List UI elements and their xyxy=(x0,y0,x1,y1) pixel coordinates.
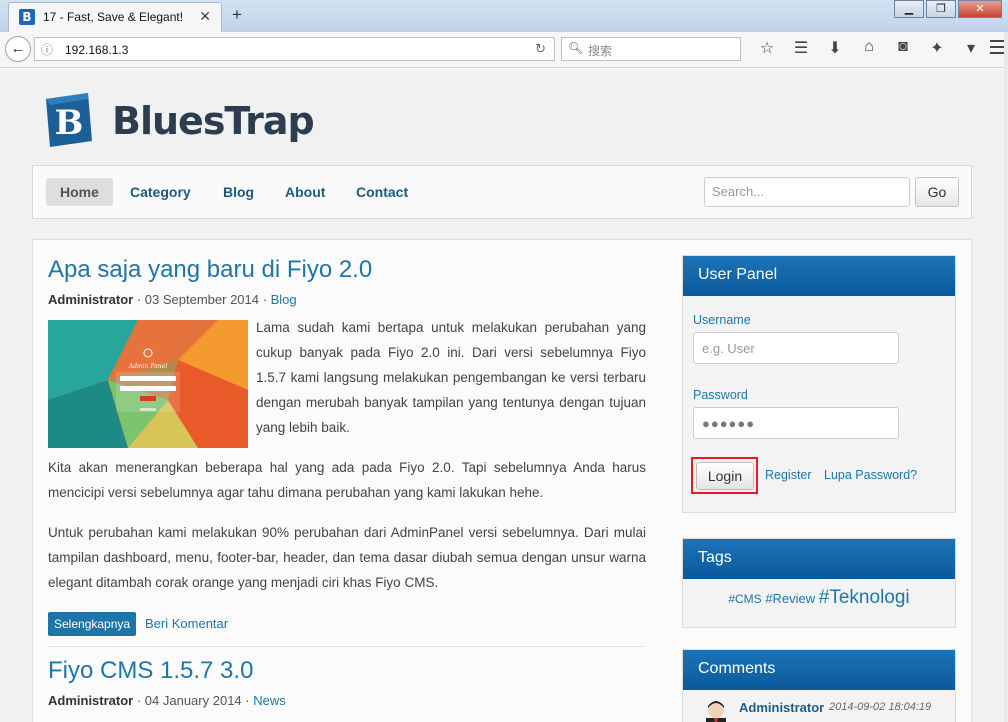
post-paragraph-3: Untuk perubahan kami melakukan 90% perub… xyxy=(48,525,646,590)
comments-title: Comments xyxy=(683,650,955,690)
nav-item-home[interactable]: Home xyxy=(46,178,113,206)
home-icon[interactable]: ⌂ xyxy=(852,38,886,58)
minimize-button[interactable]: ▁ xyxy=(894,0,924,18)
bookmark-star-icon[interactable]: ☆ xyxy=(750,38,784,58)
window-controls: ▁ ❐ ✕ xyxy=(892,0,1002,18)
meta-separator: · xyxy=(133,292,145,307)
register-link[interactable]: Register xyxy=(765,468,812,482)
post-meta: Administrator · 04 January 2014 · News xyxy=(48,693,286,708)
post-paragraph-1: Lama sudah kami bertapa untuk melakukan … xyxy=(256,320,646,435)
nav-item-about[interactable]: About xyxy=(271,178,339,206)
username-placeholder: e.g. User xyxy=(702,341,755,356)
site-search-input[interactable]: Search... xyxy=(704,177,910,207)
nav-item-category[interactable]: Category xyxy=(116,178,205,206)
post-date: 03 September 2014 xyxy=(144,292,259,307)
password-mask: ●●●●●● xyxy=(702,416,756,431)
site-favicon-icon: B xyxy=(19,9,35,25)
browser-search-input[interactable]: 🔍︎ 搜索 xyxy=(561,37,741,61)
tag-link[interactable]: #Teknologi xyxy=(819,587,910,608)
toolbar-icons: ☆ ☰ ⬇ ⌂ ◙ ✦ ▾ xyxy=(750,38,988,58)
comment-link[interactable]: Beri Komentar xyxy=(145,616,228,631)
post-category-link[interactable]: News xyxy=(253,693,286,708)
meta-separator: · xyxy=(259,292,271,307)
site-search-placeholder: Search... xyxy=(712,184,765,199)
post-thumbnail-image[interactable]: Admin Panel xyxy=(48,320,248,448)
svg-text:B: B xyxy=(55,103,84,143)
post-title[interactable]: Apa saja yang baru di Fiyo 2.0 xyxy=(48,256,372,284)
post-meta: Administrator · 03 September 2014 · Blog xyxy=(48,292,297,307)
post-title[interactable]: Fiyo CMS 1.5.7 3.0 xyxy=(48,657,253,685)
tag-link[interactable]: #CMS xyxy=(728,592,761,606)
nav-item-blog[interactable]: Blog xyxy=(209,178,268,206)
restore-button[interactable]: ❐ xyxy=(926,0,956,18)
login-button[interactable]: Login xyxy=(696,462,754,490)
username-input[interactable]: e.g. User xyxy=(693,332,899,364)
hamburger-menu-icon[interactable] xyxy=(990,40,1004,58)
web-page: B BluesTrap Home Category Blog About Con… xyxy=(0,69,1008,722)
main-nav: Home Category Blog About Contact Search.… xyxy=(32,165,972,219)
search-icon: 🔍︎ xyxy=(568,41,584,55)
back-arrow-icon[interactable]: ← xyxy=(5,36,31,62)
download-icon[interactable]: ⬇ xyxy=(818,38,852,58)
user-panel-widget: User Panel Username e.g. User Password ●… xyxy=(682,255,956,513)
bluestrap-logo-icon[interactable]: B xyxy=(42,93,96,147)
tag-cloud: #CMS #Review #Teknologi xyxy=(683,587,955,609)
post-date: 04 January 2014 xyxy=(144,693,242,708)
site-logo-text[interactable]: BluesTrap xyxy=(112,99,315,143)
tab-close-icon[interactable]: ✕ xyxy=(199,8,211,25)
tags-title: Tags xyxy=(683,539,955,579)
site-search-button[interactable]: Go xyxy=(915,177,959,207)
url-text[interactable]: 192.168.1.3 xyxy=(65,43,128,57)
close-window-button[interactable]: ✕ xyxy=(958,0,1002,18)
browser-tab[interactable]: B 17 - Fast, Save & Elegant! ✕ xyxy=(8,2,222,32)
commenter-avatar-icon xyxy=(706,701,726,722)
password-input[interactable]: ●●●●●● xyxy=(693,407,899,439)
username-label: Username xyxy=(693,313,751,327)
address-bar[interactable]: ⓘ 192.168.1.3 ↻ xyxy=(34,37,555,61)
post-author: Administrator xyxy=(48,693,134,708)
comment-author[interactable]: Administrator xyxy=(739,700,824,715)
post-divider xyxy=(48,646,645,647)
extension-icon[interactable]: ✦ xyxy=(920,38,954,58)
dropdown-chevron-icon[interactable]: ▾ xyxy=(954,38,988,58)
tag-link[interactable]: #Review xyxy=(765,591,815,606)
thumbnail-caption: Admin Panel xyxy=(128,363,167,370)
forgot-password-link[interactable]: Lupa Password? xyxy=(824,468,917,482)
password-label: Password xyxy=(693,388,748,402)
meta-separator: · xyxy=(241,693,254,708)
content-area: Apa saja yang baru di Fiyo 2.0 Administr… xyxy=(32,239,972,722)
read-more-button[interactable]: Selengkapnya xyxy=(48,612,137,636)
post-author: Administrator xyxy=(48,292,134,307)
tab-title: 17 - Fast, Save & Elegant! xyxy=(43,10,184,24)
page-scrollbar[interactable] xyxy=(1004,32,1008,722)
comment-date: 2014-09-02 18:04:19 xyxy=(829,701,932,713)
nav-item-contact[interactable]: Contact xyxy=(342,178,422,206)
tags-widget: Tags #CMS #Review #Teknologi xyxy=(682,538,956,628)
browser-titlebar: B 17 - Fast, Save & Elegant! ✕ + ▁ ❐ ✕ xyxy=(0,0,1008,32)
site-info-icon[interactable]: ⓘ xyxy=(41,41,53,58)
post-category-link[interactable]: Blog xyxy=(271,292,297,307)
pocket-icon[interactable]: ◙ xyxy=(886,38,920,58)
browser-toolbar: ← ⓘ 192.168.1.3 ↻ 🔍︎ 搜索 ☆ ☰ ⬇ ⌂ ◙ ✦ ▾ xyxy=(0,32,1008,68)
new-tab-icon[interactable]: + xyxy=(232,5,242,25)
user-panel-title: User Panel xyxy=(683,256,955,296)
meta-separator: · xyxy=(133,693,145,708)
post-paragraph-2: Kita akan menerangkan beberapa hal yang … xyxy=(48,460,646,500)
comments-widget: Comments Administrator 2014-09-02 18:04:… xyxy=(682,649,956,722)
reading-list-icon[interactable]: ☰ xyxy=(784,38,818,58)
reload-icon[interactable]: ↻ xyxy=(535,41,546,57)
browser-search-placeholder: 搜索 xyxy=(588,44,613,58)
